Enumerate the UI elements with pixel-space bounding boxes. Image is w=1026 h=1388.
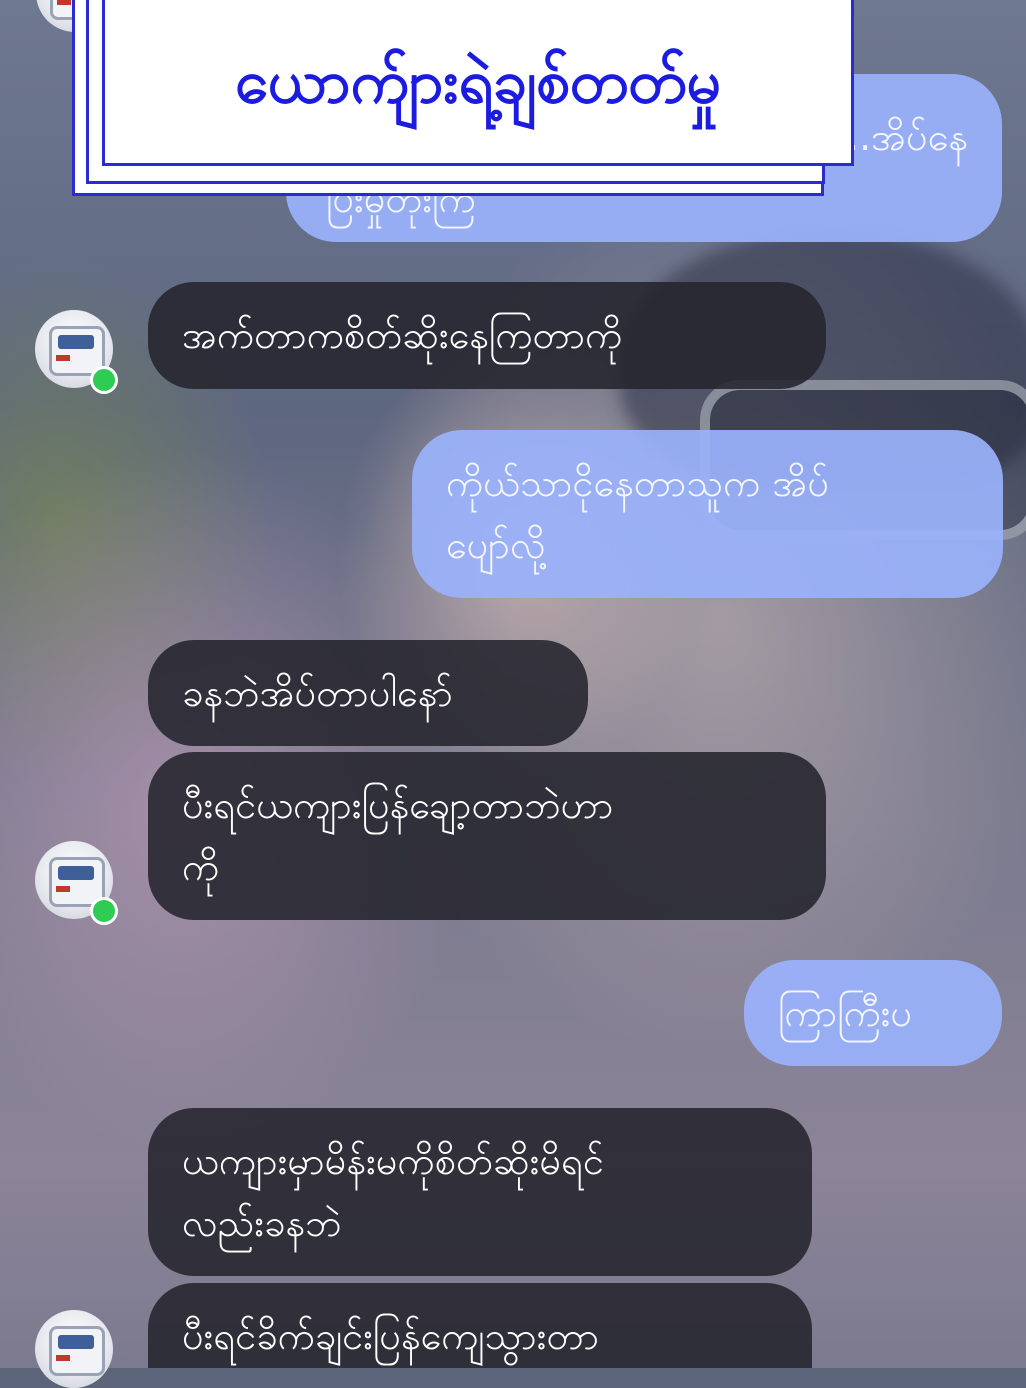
message-text: ပီးရင်ခိက်ချင်းပြန်ကျေသွားတာ [182,1314,600,1358]
truck-avatar-icon [49,1326,105,1376]
message-text: ကို [182,845,220,889]
message-bubble-outgoing[interactable]: ကြာကြီးပ [744,960,1002,1066]
message-bubble-incoming[interactable]: ပီးရင်ယကျားပြန်ချော့တာဘဲဟာ ကို [148,752,826,920]
message-text: ကြာကြီးပ [778,991,913,1035]
message-bubble-incoming[interactable]: ယကျားမှာမိန်းမကိုစိတ်ဆိုးမိရင် လည်းခနဘဲ [148,1108,812,1276]
message-text: အက်တာကစိတ်ဆိုးနေကြတာကို [182,313,623,357]
message-bubble-incoming[interactable]: ခနဘဲအိပ်တာပါနော် [148,640,588,746]
message-text: ယကျားမှာမိန်းမကိုစိတ်ဆိုးမိရင် [182,1139,604,1183]
message-bubble-incoming[interactable]: ပီးရင်ခိက်ချင်းပြန်ကျေသွားတာ [148,1283,812,1368]
online-status-dot [90,897,118,925]
message-text: ပီးရင်ယကျားပြန်ချော့တာဘဲဟာ [182,783,614,827]
title-box: ယောက်ျားရဲ့ချစ်တတ်မှု [102,0,854,166]
message-bubble-outgoing[interactable]: ကိုယ်သာငိုနေတာသူက အိပ် ပျော်လို့ [412,430,1003,598]
page-title: ယောက်ျားရဲ့ချစ်တတ်မှု [234,47,722,117]
message-text: လည်းခနဘဲ [182,1201,342,1245]
message-text: ပျော်လို့ [446,523,546,567]
message-text: ကိုယ်သာငိုနေတာသူက အိပ် [446,461,829,505]
message-bubble-incoming[interactable]: အက်တာကစိတ်ဆိုးနေကြတာကို [148,282,826,389]
message-text: ခနဘဲအိပ်တာပါနော် [182,671,453,715]
online-status-dot [90,366,118,394]
sender-avatar[interactable] [35,1310,113,1388]
title-banner: ယောက်ျားရဲ့ချစ်တတ်မှု [72,0,854,196]
